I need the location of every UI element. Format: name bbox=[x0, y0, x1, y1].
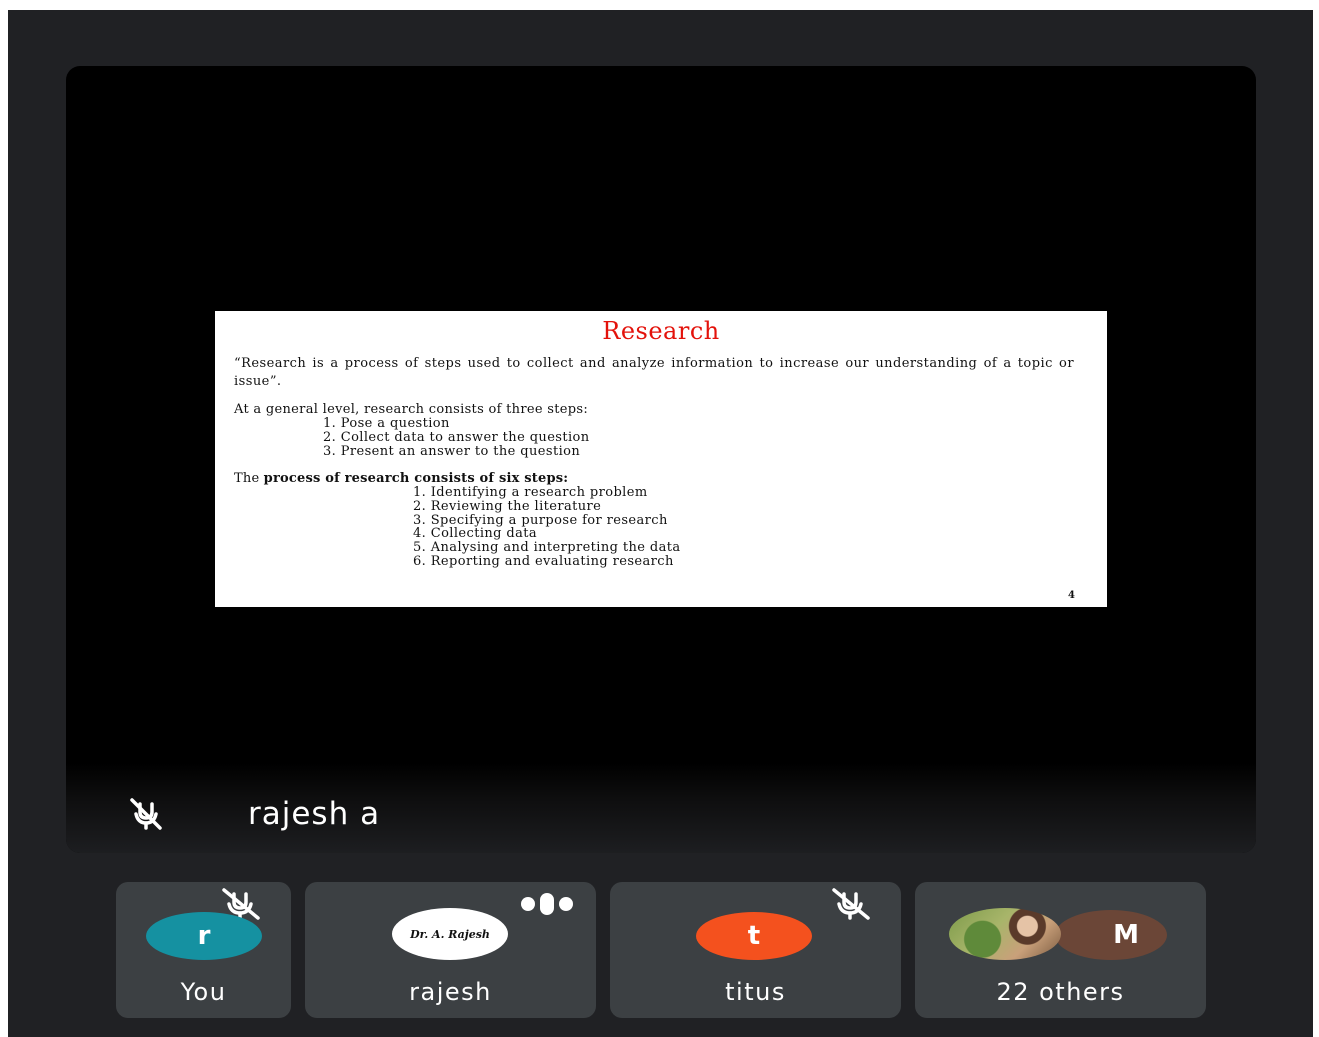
meeting-screen: Research “Research is a process of steps… bbox=[8, 10, 1313, 1037]
slide-definition: “Research is a process of steps used to … bbox=[234, 356, 1074, 389]
slide-title: Research bbox=[602, 317, 720, 345]
avatar-initial: r bbox=[197, 921, 211, 951]
list-item: 2. Collect data to answer the question bbox=[323, 429, 590, 445]
participant-name: 22 others bbox=[996, 978, 1125, 1006]
avatar-photo bbox=[949, 908, 1061, 960]
list-item: 6. Reporting and evaluating research bbox=[413, 553, 674, 569]
avatar-initial: t bbox=[747, 921, 761, 951]
list-item: 4. Collecting data bbox=[413, 526, 538, 542]
slide-general-intro: At a general level, research consists of… bbox=[234, 402, 589, 417]
list-item: 3. Present an answer to the question bbox=[323, 443, 581, 459]
list-item: 2. Reviewing the literature bbox=[413, 498, 602, 514]
presentation-stage[interactable]: Research “Research is a process of steps… bbox=[66, 66, 1256, 853]
presenter-name: rajesh a bbox=[248, 796, 381, 832]
participant-name: rajesh bbox=[409, 978, 492, 1006]
presented-slide: Research “Research is a process of steps… bbox=[215, 311, 1107, 607]
avatar: M bbox=[1055, 910, 1167, 960]
avatar: Dr. A. Rajesh bbox=[392, 908, 508, 960]
mic-off-icon bbox=[130, 798, 162, 830]
avatar: t bbox=[696, 912, 812, 960]
presenter-label: rajesh a bbox=[126, 794, 380, 834]
list-item: 1. Identifying a research problem bbox=[413, 485, 648, 500]
slide-process-intro: The process of research consists of six … bbox=[234, 472, 568, 486]
mic-off-icon bbox=[832, 888, 870, 920]
speaking-indicator-icon bbox=[521, 893, 573, 915]
slide-process-prefix: The bbox=[234, 471, 264, 486]
slide-process-bold: process of research consists of six step… bbox=[263, 471, 569, 486]
participant-tile-rajesh[interactable]: Dr. A. Rajesh rajesh bbox=[305, 882, 596, 1018]
participant-name: You bbox=[180, 978, 227, 1006]
avatar: r bbox=[146, 912, 262, 960]
slide-page-number: 4 bbox=[1068, 590, 1075, 601]
list-item: 3. Specifying a purpose for research bbox=[413, 512, 668, 528]
list-item: 5. Analysing and interpreting the data bbox=[413, 540, 681, 556]
avatar-name-text: Dr. A. Rajesh bbox=[410, 927, 490, 941]
participant-tile-others[interactable]: M 22 others bbox=[915, 882, 1206, 1018]
participant-tile-titus[interactable]: t titus bbox=[610, 882, 901, 1018]
slide-general-steps: 1. Pose a question 2. Collect data to an… bbox=[323, 417, 590, 458]
participant-tile-you[interactable]: r You bbox=[116, 882, 291, 1018]
participant-name: titus bbox=[725, 978, 786, 1006]
avatar-initial: M bbox=[1113, 920, 1139, 950]
slide-process-steps: 1. Identifying a research problem 2. Rev… bbox=[413, 486, 681, 569]
list-item: 1. Pose a question bbox=[323, 416, 450, 431]
